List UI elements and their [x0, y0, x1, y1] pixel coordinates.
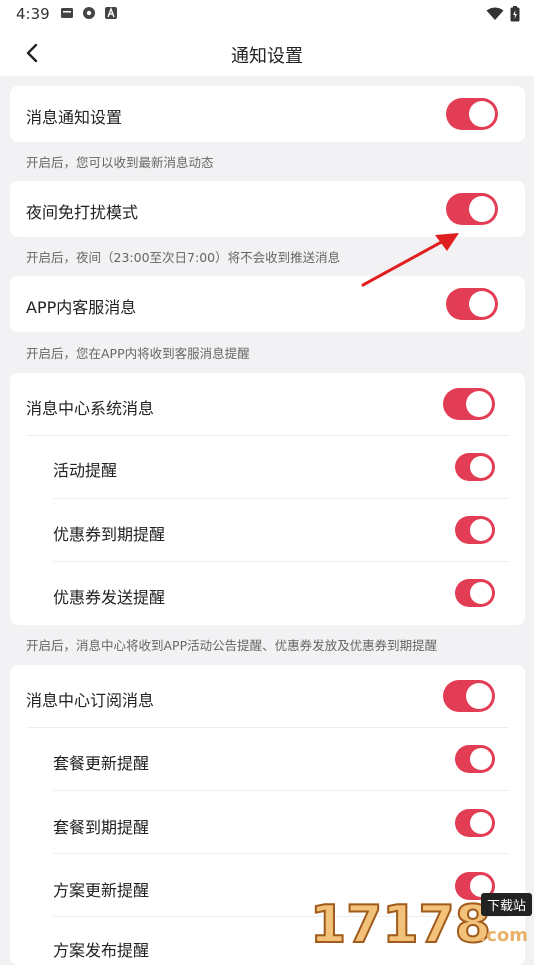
system-messages-hint: 开启后，消息中心将收到APP活动公告提醒、优惠券发放及优惠券到期提醒: [26, 638, 438, 653]
customer-service-hint: 开启后，您在APP内将收到客服消息提醒: [26, 346, 250, 361]
toggle-knob: [470, 748, 492, 770]
toggle-knob: [470, 519, 492, 541]
toggle-knob: [466, 683, 492, 709]
divider: [53, 853, 509, 854]
plan-update-label: 方案更新提醒: [53, 881, 150, 900]
toggle-knob: [466, 391, 492, 417]
subscription-messages-toggle[interactable]: [443, 680, 495, 712]
a-icon: [105, 7, 117, 19]
package-update-label: 套餐更新提醒: [53, 754, 150, 773]
message-notify-hint: 开启后，您可以收到最新消息动态: [26, 155, 214, 170]
subscription-messages-label: 消息中心订阅消息: [26, 691, 155, 710]
customer-service-label: APP内客服消息: [26, 298, 137, 317]
divider: [26, 435, 509, 436]
night-mode-label: 夜间免打扰模式: [26, 203, 139, 222]
status-bar: 4:39: [0, 0, 534, 30]
night-mode-toggle[interactable]: [446, 193, 498, 225]
package-expire-label: 套餐到期提醒: [53, 818, 150, 837]
system-messages-label: 消息中心系统消息: [26, 399, 155, 418]
wifi-icon: [486, 7, 504, 20]
status-time: 4:39: [16, 5, 50, 23]
toggle-knob: [469, 101, 495, 127]
activity-reminder-toggle[interactable]: [455, 453, 495, 481]
divider: [53, 790, 509, 791]
watermark-logo: 17178 下载站 .com: [310, 888, 534, 950]
aperture-icon: [83, 7, 95, 19]
header-bar: 通知设置: [0, 30, 534, 76]
toggle-knob: [470, 812, 492, 834]
message-notify-label: 消息通知设置: [26, 108, 123, 127]
message-notify-card: 消息通知设置: [10, 86, 525, 142]
package-expire-toggle[interactable]: [455, 809, 495, 837]
coupon-send-label: 优惠券发送提醒: [53, 588, 166, 607]
package-update-toggle[interactable]: [455, 745, 495, 773]
toggle-knob: [470, 456, 492, 478]
message-notify-toggle[interactable]: [446, 98, 498, 130]
page-title: 通知设置: [231, 46, 303, 67]
toggle-knob: [469, 291, 495, 317]
toggle-knob: [469, 196, 495, 222]
system-messages-toggle[interactable]: [443, 388, 495, 420]
divider: [26, 727, 509, 728]
divider: [53, 561, 509, 562]
system-messages-card: 消息中心系统消息 活动提醒 优惠券到期提醒 优惠券发送提醒: [10, 373, 525, 625]
plan-publish-label: 方案发布提醒: [53, 941, 150, 960]
battery-icon: [510, 6, 520, 22]
coupon-send-toggle[interactable]: [455, 579, 495, 607]
coupon-expire-label: 优惠券到期提醒: [53, 525, 166, 544]
toggle-knob: [470, 582, 492, 604]
message-icon: [61, 8, 73, 18]
activity-reminder-label: 活动提醒: [53, 461, 118, 480]
watermark-number: 17178: [310, 895, 491, 950]
night-mode-hint: 开启后，夜间（23:00至次日7:00）将不会收到推送消息: [26, 250, 341, 265]
annotation-arrow-icon: [361, 233, 459, 287]
watermark-suffix: .com: [479, 925, 528, 946]
divider: [53, 498, 509, 499]
coupon-expire-toggle[interactable]: [455, 516, 495, 544]
watermark-badge: 下载站: [480, 893, 532, 916]
